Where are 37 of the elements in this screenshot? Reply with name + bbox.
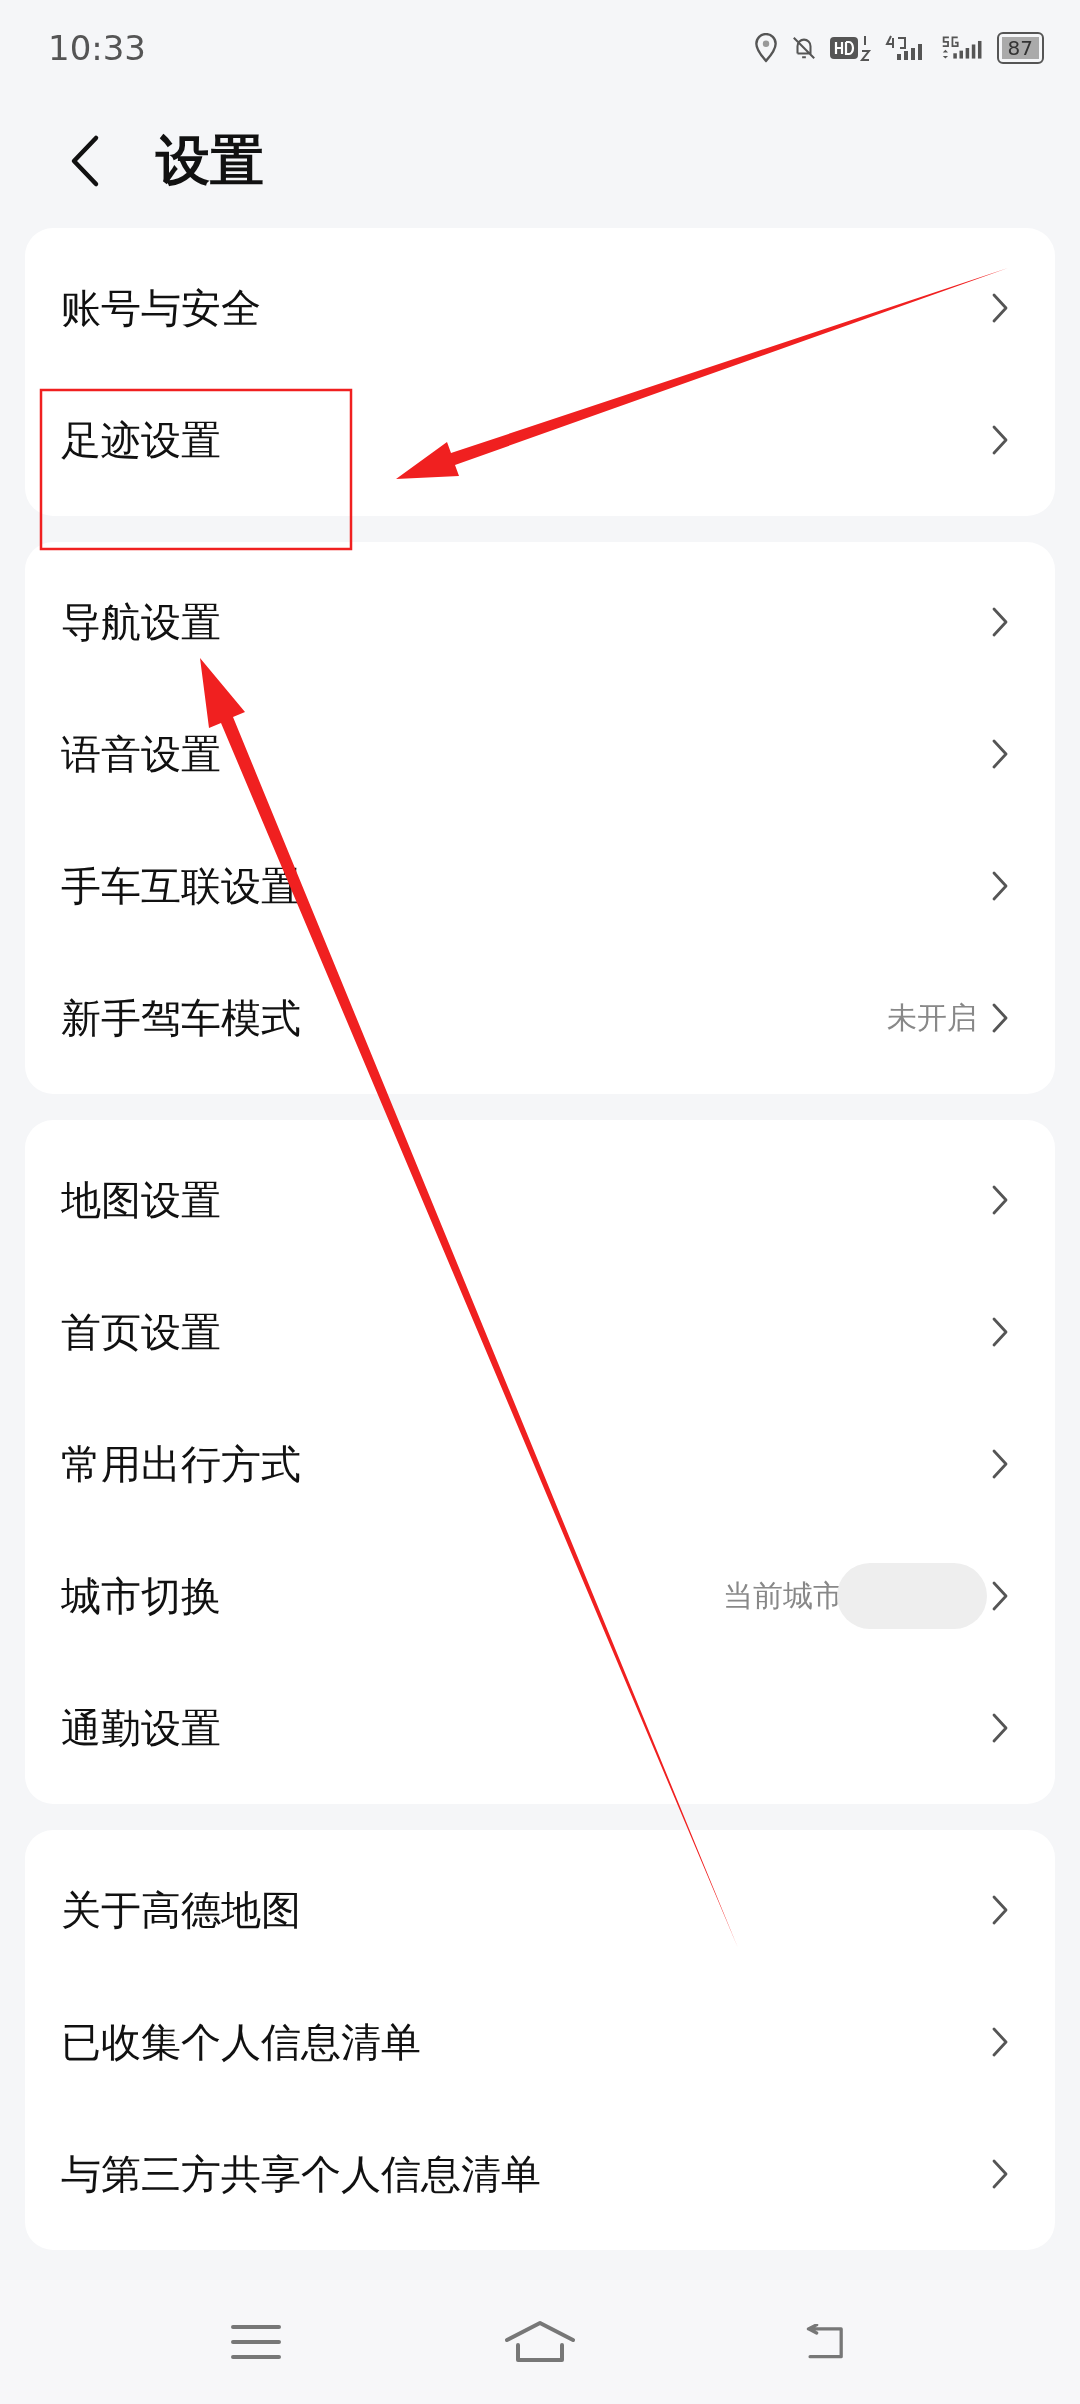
hd-icon (828, 33, 873, 63)
chevron-icon (991, 2026, 1009, 2058)
chevron-icon (991, 1184, 1009, 1216)
settings-item[interactable]: 城市切换 (61, 1568, 221, 1624)
back-icon[interactable] (70, 134, 100, 188)
settings-item[interactable]: 常用出行方式 (61, 1436, 301, 1492)
chevron-icon (991, 1580, 1009, 1612)
settings-item[interactable]: 语音设置 (61, 726, 221, 782)
chevron-icon (991, 1712, 1009, 1744)
chevron-icon (991, 606, 1009, 638)
settings-item[interactable]: 已收集个人信息清单 (61, 2014, 421, 2070)
chevron-icon (991, 1316, 1009, 1348)
settings-item[interactable]: 与第三方共享个人信息清单 (61, 2146, 541, 2202)
home-icon[interactable] (504, 2320, 576, 2364)
setting-value: 未开启 (887, 998, 977, 1037)
settings-item[interactable]: 关于高德地图 (61, 1882, 301, 1938)
chevron-icon (991, 292, 1009, 324)
settings-item[interactable]: 地图设置 (61, 1172, 221, 1228)
chevron-icon (991, 2158, 1009, 2190)
chevron-icon (991, 870, 1009, 902)
location-icon (752, 33, 779, 63)
page-title: 设置 (156, 127, 264, 194)
settings-item[interactable]: 账号与安全 (61, 280, 261, 336)
settings-item[interactable]: 新手驾车模式 (61, 990, 301, 1046)
settings-item[interactable]: 首页设置 (61, 1304, 221, 1360)
menu-icon[interactable] (231, 2324, 282, 2360)
battery-indicator: 87 (996, 32, 1044, 64)
settings-item[interactable]: 足迹设置 (61, 412, 221, 468)
chevron-icon (991, 424, 1009, 456)
chevron-icon (991, 1894, 1009, 1926)
chevron-icon (991, 1448, 1009, 1480)
settings-item[interactable]: 导航设置 (61, 594, 221, 650)
clock: 10:33 (48, 28, 146, 68)
chevron-icon (991, 738, 1009, 770)
setting-value: 当前城市 (723, 1576, 843, 1615)
chevron-icon (991, 1002, 1009, 1034)
settings-item[interactable]: 通勤设置 (61, 1700, 221, 1756)
